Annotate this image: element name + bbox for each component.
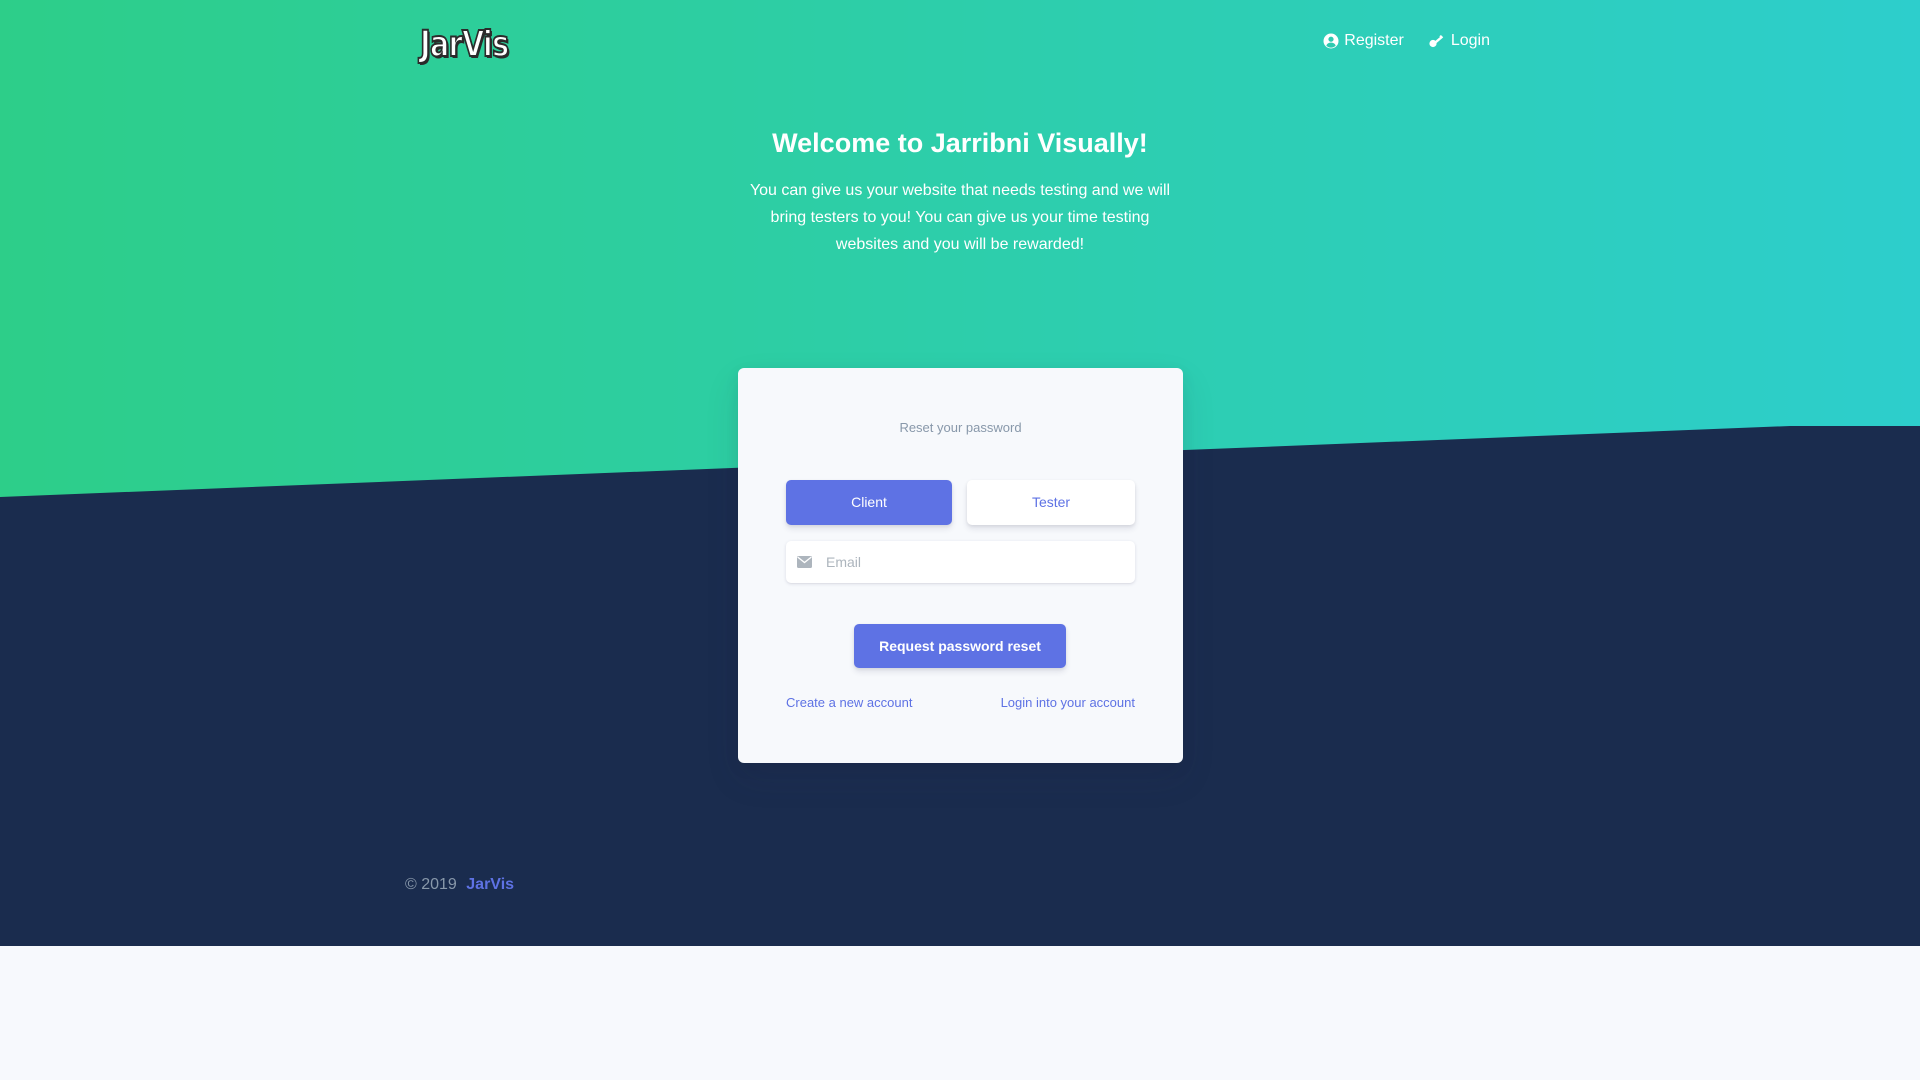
email-input[interactable] — [826, 542, 1126, 582]
navbar: JarVis Register Login — [0, 0, 1920, 88]
nav-login-label: Login — [1450, 32, 1490, 49]
login-account-link[interactable]: Login into your account — [1001, 695, 1135, 710]
reset-password-card: Reset your password Client Tester Reques… — [738, 368, 1183, 763]
nav-register-link[interactable]: Register — [1323, 32, 1404, 50]
envelope-icon — [797, 555, 813, 569]
footer: © 2019 JarVis — [405, 876, 514, 894]
hero-section: Welcome to Jarribni Visually! You can gi… — [0, 128, 1920, 258]
user-circle-icon — [1323, 33, 1339, 49]
hero-title: Welcome to Jarribni Visually! — [772, 128, 1148, 158]
role-tester-button[interactable]: Tester — [967, 480, 1135, 525]
footer-brand-link[interactable]: JarVis — [466, 876, 514, 893]
brand-logo[interactable]: JarVis — [419, 23, 510, 66]
nav-links: Register Login — [1323, 32, 1490, 50]
key-icon — [1428, 33, 1446, 49]
create-account-link[interactable]: Create a new account — [786, 695, 912, 710]
email-field[interactable] — [786, 541, 1135, 583]
request-reset-button[interactable]: Request password reset — [854, 624, 1066, 668]
hero-description: You can give us your website that needs … — [749, 182, 1171, 253]
card-heading: Reset your password — [899, 420, 1022, 435]
footer-copyright: © 2019 — [405, 876, 457, 893]
role-client-button[interactable]: Client — [786, 480, 952, 525]
nav-login-link[interactable]: Login — [1428, 32, 1490, 50]
nav-register-label: Register — [1344, 32, 1404, 49]
